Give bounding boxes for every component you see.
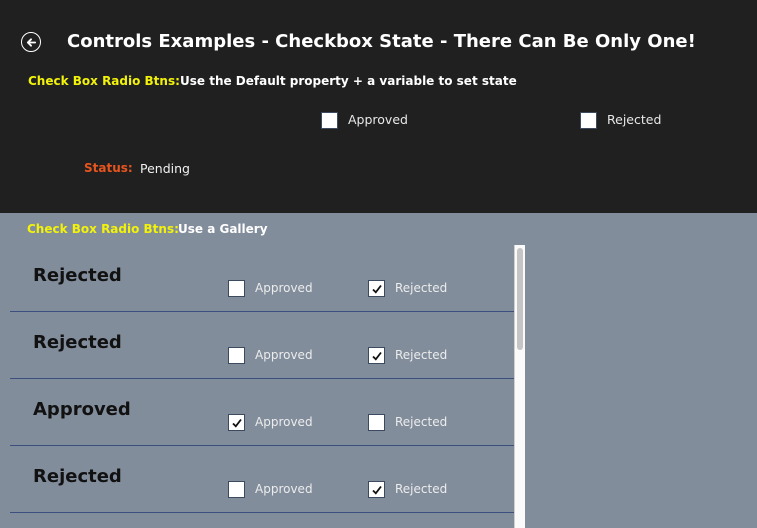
row-rejected-label[interactable]: Rejected: [395, 482, 447, 496]
row-status: Approved: [33, 399, 131, 420]
gallery-row[interactable]: Approved Approved Rejected: [0, 379, 515, 446]
scrollbar-thumb[interactable]: [517, 248, 523, 350]
status-value: Pending: [140, 161, 190, 176]
row-rejected-label[interactable]: Rejected: [395, 415, 447, 429]
row-rejected-checkbox[interactable]: [368, 414, 385, 431]
row-rejected-checkbox[interactable]: [368, 347, 385, 364]
checkmark-icon: [371, 351, 382, 361]
back-button[interactable]: [21, 32, 41, 52]
arrow-left-icon: [26, 37, 36, 47]
row-status: Rejected: [33, 466, 122, 487]
section2-label: Check Box Radio Btns:: [27, 222, 179, 236]
row-approved-label[interactable]: Approved: [255, 281, 313, 295]
rejected-checkbox-label[interactable]: Rejected: [607, 112, 661, 127]
row-approved-checkbox[interactable]: [228, 347, 245, 364]
gallery-row[interactable]: Rejected Approved Rejected: [0, 446, 515, 513]
row-approved-label[interactable]: Approved: [255, 348, 313, 362]
approved-checkbox-label[interactable]: Approved: [348, 112, 408, 127]
row-rejected-label[interactable]: Rejected: [395, 281, 447, 295]
row-status: Rejected: [33, 332, 122, 353]
row-approved-checkbox[interactable]: [228, 280, 245, 297]
status-label: Status:: [84, 161, 133, 175]
top-panel: Controls Examples - Checkbox State - The…: [0, 0, 757, 213]
checkmark-icon: [371, 284, 382, 294]
rejected-checkbox[interactable]: [580, 112, 597, 129]
row-approved-label[interactable]: Approved: [255, 415, 313, 429]
gallery[interactable]: Rejected Approved Rejected Rejected Approved…: [0, 245, 525, 528]
approved-checkbox[interactable]: [321, 112, 338, 129]
row-separator: [10, 512, 515, 513]
row-rejected-checkbox[interactable]: [368, 280, 385, 297]
row-approved-label[interactable]: Approved: [255, 482, 313, 496]
gallery-scrollbar[interactable]: [514, 245, 525, 528]
gallery-row[interactable]: Rejected Approved Rejected: [0, 312, 515, 379]
row-approved-checkbox[interactable]: [228, 414, 245, 431]
section2-description: Use a Gallery: [178, 222, 268, 236]
row-rejected-label[interactable]: Rejected: [395, 348, 447, 362]
checkmark-icon: [231, 418, 242, 428]
checkmark-icon: [371, 485, 382, 495]
page-title: Controls Examples - Checkbox State - The…: [67, 31, 696, 52]
row-approved-checkbox[interactable]: [228, 481, 245, 498]
row-status: Rejected: [33, 265, 122, 286]
gallery-row[interactable]: Rejected Approved Rejected: [0, 245, 515, 312]
section1-description: Use the Default property + a variable to…: [180, 74, 517, 88]
section1-label: Check Box Radio Btns:: [28, 74, 180, 88]
row-rejected-checkbox[interactable]: [368, 481, 385, 498]
